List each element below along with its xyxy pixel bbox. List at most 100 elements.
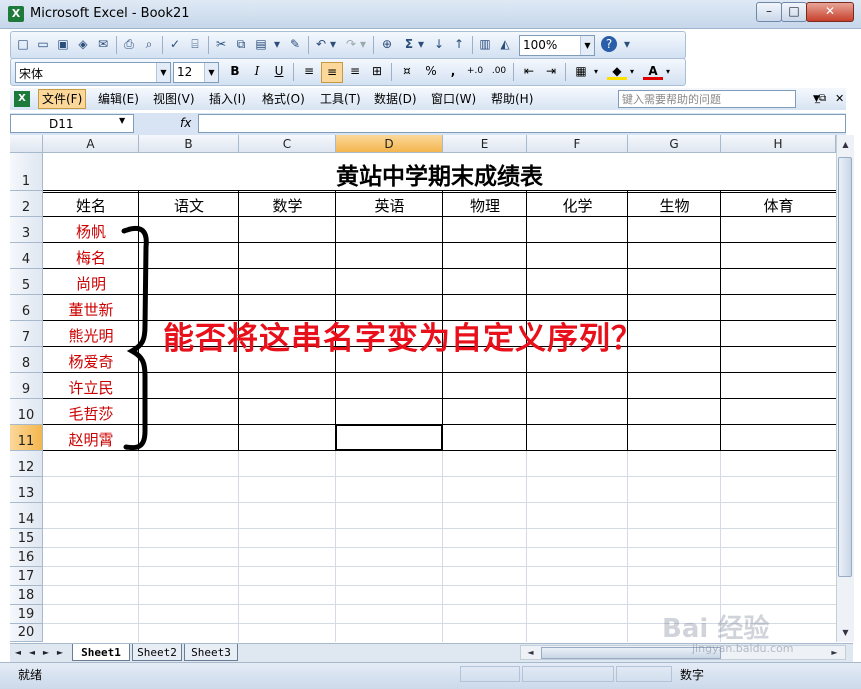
row-header-18[interactable]: 18 (10, 586, 43, 605)
tab-sheet2[interactable]: Sheet2 (132, 644, 182, 661)
scroll-up-icon[interactable]: ▲ (838, 137, 853, 152)
menu-format[interactable]: 格式(O) (259, 91, 308, 107)
fill-color-dropdown-icon[interactable]: ▾ (627, 62, 637, 81)
column-header-h[interactable]: H (721, 135, 836, 153)
workbook-icon[interactable]: X (14, 91, 30, 107)
format-painter-icon[interactable]: ✎ (287, 36, 303, 52)
print-preview-icon[interactable]: ⌕ (141, 36, 157, 52)
maximize-button[interactable]: □ (781, 2, 807, 22)
tab-sheet3[interactable]: Sheet3 (184, 644, 238, 661)
worksheet-grid[interactable]: A B C D E F G H 1 2 3 4 5 6 7 8 9 10 11 … (10, 135, 836, 642)
font-name-dropdown-icon[interactable]: ▼ (156, 63, 170, 82)
row-header-8[interactable]: 8 (10, 347, 43, 373)
save-icon[interactable]: ▣ (55, 36, 71, 52)
header-chinese[interactable]: 语文 (139, 195, 239, 216)
menu-insert[interactable]: 插入(I) (206, 91, 249, 107)
vertical-scroll-thumb[interactable] (838, 157, 852, 577)
permission-icon[interactable]: ◈ (75, 36, 91, 52)
column-header-d[interactable]: D (336, 135, 443, 153)
row-header-20[interactable]: 20 (10, 624, 43, 642)
column-header-c[interactable]: C (239, 135, 336, 153)
row-header-4[interactable]: 4 (10, 243, 43, 269)
spelling-icon[interactable]: ✓ (167, 36, 183, 52)
header-biology[interactable]: 生物 (628, 195, 721, 216)
autosum-dropdown-icon[interactable]: ▾ (417, 36, 425, 52)
header-math[interactable]: 数学 (239, 195, 336, 216)
menu-data[interactable]: 数据(D) (371, 91, 420, 107)
help-search-input[interactable]: 键入需要帮助的问题 (618, 90, 796, 108)
column-header-g[interactable]: G (628, 135, 721, 153)
decrease-indent-button[interactable]: ⇤ (519, 62, 539, 81)
header-chemistry[interactable]: 化学 (527, 195, 628, 216)
vertical-scrollbar[interactable]: ▲ ▼ (836, 135, 854, 642)
zoom-dropdown-icon[interactable]: ▼ (580, 36, 594, 55)
insert-function-icon[interactable]: fx (180, 116, 191, 130)
row-header-2[interactable]: 2 (10, 191, 43, 217)
paste-dropdown-icon[interactable]: ▾ (273, 36, 281, 52)
scroll-right-icon[interactable]: ► (827, 646, 842, 659)
first-sheet-icon[interactable]: ◄ (12, 646, 24, 660)
copy-icon[interactable]: ⧉ (233, 36, 249, 52)
redo-icon[interactable]: ↷ (343, 36, 359, 52)
horizontal-scrollbar[interactable]: ◄ ► (520, 645, 846, 660)
column-header-e[interactable]: E (443, 135, 527, 153)
merge-center-button[interactable]: ⊞ (367, 62, 387, 81)
menu-file[interactable]: 文件(F) (38, 89, 87, 109)
excel-icon[interactable]: X (8, 6, 24, 22)
row-header-10[interactable]: 10 (10, 399, 43, 425)
hyperlink-icon[interactable]: ⊕ (379, 36, 395, 52)
open-icon[interactable]: ▭ (35, 36, 51, 52)
row-header-3[interactable]: 3 (10, 217, 43, 243)
scroll-left-icon[interactable]: ◄ (523, 646, 538, 659)
menu-help[interactable]: 帮助(H) (488, 91, 536, 107)
align-left-button[interactable]: ≡ (299, 62, 319, 81)
decrease-decimal-button[interactable]: .00 (489, 62, 509, 81)
fill-color-button[interactable]: ◆ (607, 62, 627, 80)
formula-input[interactable] (198, 114, 846, 133)
increase-decimal-button[interactable]: +.0 (465, 62, 485, 81)
chart-wizard-icon[interactable]: ▥ (477, 36, 493, 52)
zoom-select[interactable]: 100% ▼ (519, 35, 595, 56)
column-header-f[interactable]: F (527, 135, 628, 153)
row-header-6[interactable]: 6 (10, 295, 43, 321)
font-color-button[interactable]: A (643, 62, 663, 80)
row-header-17[interactable]: 17 (10, 567, 43, 586)
row-header-5[interactable]: 5 (10, 269, 43, 295)
align-right-button[interactable]: ≡ (345, 62, 365, 81)
undo-dropdown-icon[interactable]: ▾ (329, 36, 337, 52)
row-header-15[interactable]: 15 (10, 529, 43, 548)
autosum-icon[interactable]: Σ (401, 36, 417, 52)
row-header-9[interactable]: 9 (10, 373, 43, 399)
borders-dropdown-icon[interactable]: ▾ (591, 62, 601, 81)
cut-icon[interactable]: ✂ (213, 36, 229, 52)
currency-button[interactable]: ¤ (397, 62, 417, 81)
research-icon[interactable]: ⌸ (187, 36, 203, 52)
minimize-button[interactable]: – (756, 2, 782, 22)
borders-button[interactable]: ▦ (571, 62, 591, 81)
font-name-select[interactable]: 宋体 ▼ (15, 62, 171, 83)
underline-button[interactable]: U (269, 62, 289, 81)
font-size-select[interactable]: 12 ▼ (173, 62, 219, 83)
menu-window[interactable]: 窗口(W) (428, 91, 479, 107)
name-box-dropdown-icon[interactable]: ▼ (119, 116, 125, 125)
email-icon[interactable]: ✉ (95, 36, 111, 52)
comma-button[interactable]: , (443, 62, 463, 81)
sort-descending-icon[interactable]: ↑ (451, 36, 467, 52)
row-header-7[interactable]: 7 (10, 321, 43, 347)
scroll-down-icon[interactable]: ▼ (838, 625, 853, 640)
selected-cell-d11[interactable] (335, 424, 443, 451)
header-english[interactable]: 英语 (336, 195, 443, 216)
prev-sheet-icon[interactable]: ◄ (26, 646, 38, 660)
workbook-close-button[interactable]: ✕ (832, 91, 847, 107)
help-icon[interactable]: ? (601, 36, 617, 52)
workbook-restore-button[interactable]: ⧉ (816, 91, 829, 107)
toolbar-options-icon[interactable]: ▾ (623, 36, 631, 52)
align-center-button[interactable]: ≡ (321, 62, 343, 83)
font-color-dropdown-icon[interactable]: ▾ (663, 62, 673, 81)
menu-view[interactable]: 视图(V) (150, 91, 198, 107)
next-sheet-icon[interactable]: ► (40, 646, 52, 660)
increase-indent-button[interactable]: ⇥ (541, 62, 561, 81)
menu-edit[interactable]: 编辑(E) (95, 91, 142, 107)
column-header-a[interactable]: A (43, 135, 139, 153)
sheet-title[interactable]: 黄站中学期末成绩表 (43, 157, 836, 191)
